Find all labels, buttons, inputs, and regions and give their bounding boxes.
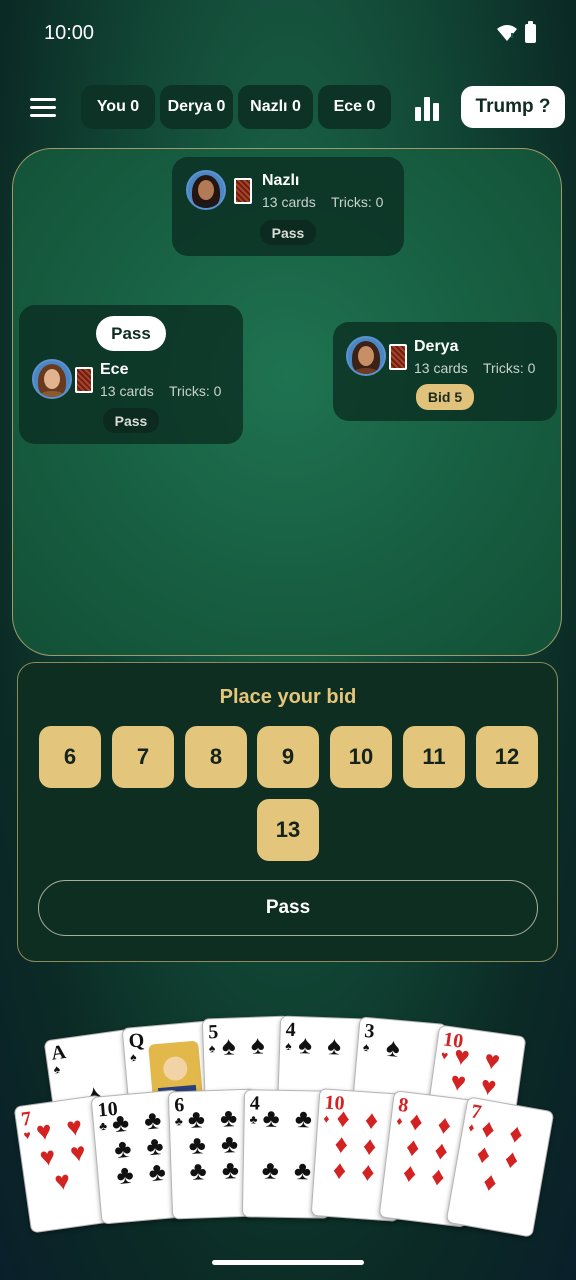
tricks-count: Tricks: 0 [331,194,384,210]
score-chip-nazli: Nazlı 0 [238,85,313,129]
bid-button-7[interactable]: 7 [112,726,174,788]
status-badge: Pass [260,220,316,245]
hamburger-icon-line [30,98,56,101]
diamond-icon: ♦ ♦ ♦ ♦ ♦ [469,1112,530,1199]
bid-button-8[interactable]: 8 [185,726,247,788]
bid-button-9[interactable]: 9 [257,726,319,788]
tricks-count: Tricks: 0 [483,360,536,376]
bid-button-11[interactable]: 11 [403,726,465,788]
menu-button[interactable] [30,94,60,122]
status-bar: 10:00 [0,0,576,68]
player-name: Ece [100,361,129,378]
wifi-icon [497,25,517,41]
card-count: 13 cards [262,194,316,210]
hamburger-icon-line [30,114,56,117]
home-indicator[interactable] [212,1260,364,1265]
score-chip-ece: Ece 0 [318,85,391,129]
card-back-icon [234,178,252,204]
battery-icon [525,21,536,43]
card-back-icon [75,367,93,393]
score-chip-derya: Derya 0 [160,85,233,129]
player-panel-nazli: Nazlı 13 cards Tricks: 0 Pass [172,157,404,256]
card-back-icon [389,344,407,370]
player-panel-ece: Pass Ece 13 cards Tricks: 0 Pass [19,305,243,444]
clock: 10:00 [44,22,95,44]
trump-button[interactable]: Trump ? [461,86,565,128]
card-count: 13 cards [414,360,468,376]
hamburger-icon-line [30,106,56,109]
bid-button-6[interactable]: 6 [39,726,101,788]
speech-bubble: Pass [96,316,166,351]
bid-badge: Bid 5 [416,384,474,410]
bid-button-10[interactable]: 10 [330,726,392,788]
stats-icon[interactable] [414,95,442,121]
player-panel-derya: Derya 13 cards Tricks: 0 Bid 5 [333,322,557,421]
status-badge: Pass [103,408,159,433]
pass-button[interactable]: Pass [38,880,538,936]
bid-button-12[interactable]: 12 [476,726,538,788]
bid-button-13[interactable]: 13 [257,799,319,861]
avatar [186,170,226,210]
tricks-count: Tricks: 0 [169,383,222,399]
avatar [346,336,386,376]
player-name: Nazlı [262,172,300,189]
score-chip-you: You 0 [81,85,155,129]
card-count: 13 cards [100,383,154,399]
avatar [32,359,72,399]
bid-title: Place your bid [219,686,357,708]
player-name: Derya [414,338,459,355]
